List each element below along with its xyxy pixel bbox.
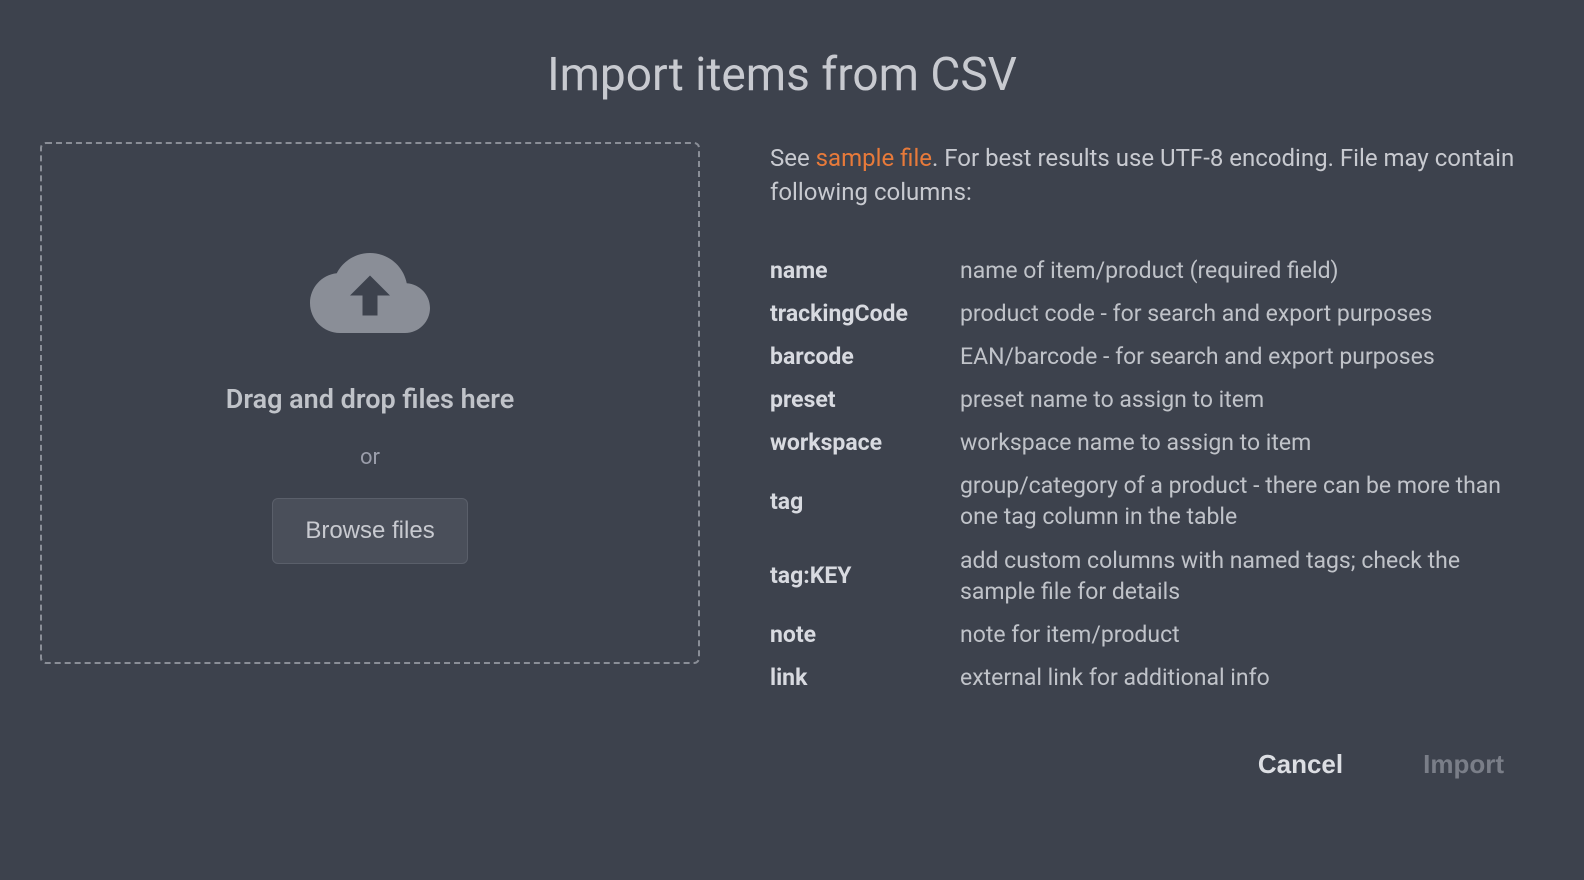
column-key: workspace [770, 421, 960, 464]
import-button[interactable]: Import [1423, 749, 1504, 780]
table-row: namename of item/product (required field… [770, 249, 1524, 292]
table-row: presetpreset name to assign to item [770, 378, 1524, 421]
column-key: name [770, 249, 960, 292]
column-key: preset [770, 378, 960, 421]
column-key: barcode [770, 335, 960, 378]
upload-cloud-icon [310, 243, 430, 333]
dropzone-text: Drag and drop files here [226, 383, 514, 415]
column-desc: note for item/product [960, 613, 1524, 656]
dropzone-or-text: or [360, 445, 380, 470]
column-key: trackingCode [770, 292, 960, 335]
cancel-button[interactable]: Cancel [1258, 749, 1343, 780]
column-key: tag [770, 464, 960, 538]
dropzone-column: Drag and drop files here or Browse files [40, 142, 700, 780]
column-desc: name of item/product (required field) [960, 249, 1524, 292]
table-row: notenote for item/product [770, 613, 1524, 656]
table-row: workspaceworkspace name to assign to ite… [770, 421, 1524, 464]
file-dropzone[interactable]: Drag and drop files here or Browse files [40, 142, 700, 664]
column-key: tag:KEY [770, 539, 960, 613]
column-desc: preset name to assign to item [960, 378, 1524, 421]
table-row: taggroup/category of a product - there c… [770, 464, 1524, 538]
table-row: barcodeEAN/barcode - for search and expo… [770, 335, 1524, 378]
column-desc: group/category of a product - there can … [960, 464, 1524, 538]
dialog-title: Import items from CSV [40, 48, 1524, 102]
intro-prefix: See [770, 144, 816, 172]
column-desc: add custom columns with named tags; chec… [960, 539, 1524, 613]
browse-files-button[interactable]: Browse files [272, 498, 467, 564]
dialog-content: Drag and drop files here or Browse files… [40, 142, 1524, 780]
intro-text: See sample file. For best results use UT… [770, 142, 1524, 209]
column-key: link [770, 656, 960, 699]
sample-file-link[interactable]: sample file [816, 144, 932, 172]
column-key: note [770, 613, 960, 656]
import-csv-dialog: Import items from CSV Drag and drop file… [0, 0, 1584, 880]
column-desc: product code - for search and export pur… [960, 292, 1524, 335]
dialog-footer: Cancel Import [770, 749, 1524, 780]
column-desc: EAN/barcode - for search and export purp… [960, 335, 1524, 378]
table-row: trackingCodeproduct code - for search an… [770, 292, 1524, 335]
table-row: linkexternal link for additional info [770, 656, 1524, 699]
column-desc: external link for additional info [960, 656, 1524, 699]
column-desc: workspace name to assign to item [960, 421, 1524, 464]
description-column: See sample file. For best results use UT… [770, 142, 1524, 780]
table-row: tag:KEYadd custom columns with named tag… [770, 539, 1524, 613]
columns-table: namename of item/product (required field… [770, 249, 1524, 699]
